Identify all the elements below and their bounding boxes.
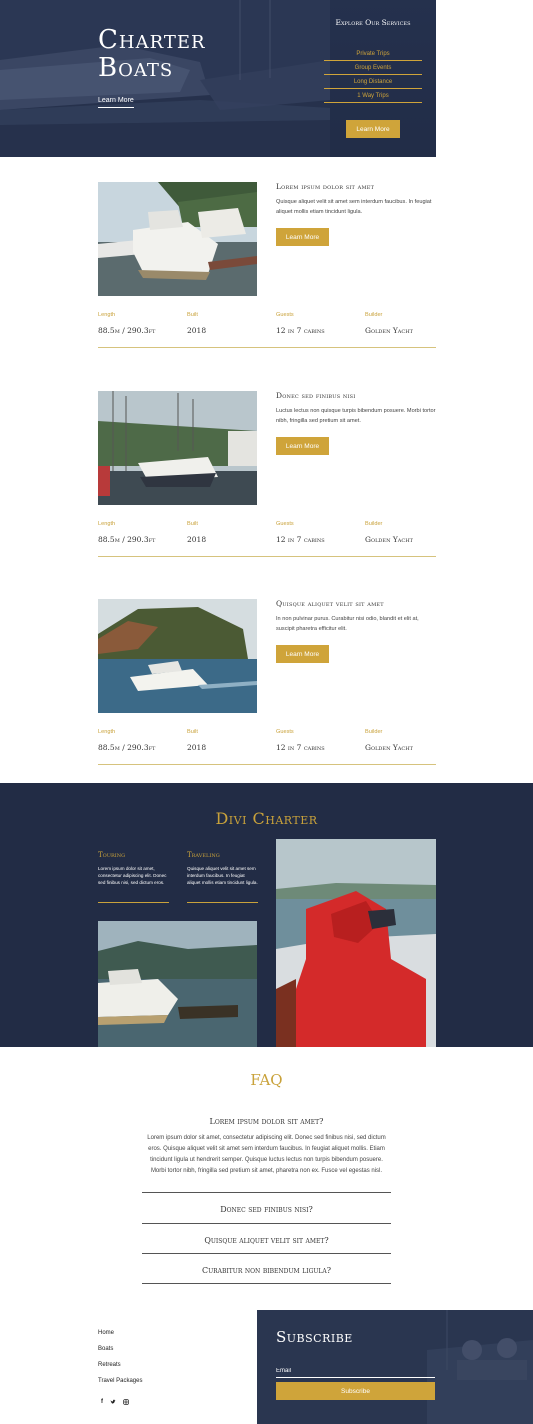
spec-label: Length <box>98 729 116 735</box>
title-line-2: Boats <box>98 53 174 83</box>
charter-boat-photo <box>98 921 257 1047</box>
touring-heading: Touring <box>98 851 126 859</box>
charter-title: Divi Charter <box>215 809 318 828</box>
charter-person-photo <box>276 839 436 1047</box>
spec-label: Built <box>187 312 198 318</box>
spec-value: 88.5m / 290.3ft <box>98 743 156 752</box>
traveling-column: Traveling Quisque aliquet velit sit amet… <box>187 851 258 903</box>
spec-guests: Guests 12 in 7 cabins <box>276 312 325 335</box>
faq-divider <box>142 1192 391 1193</box>
service-link-group-events[interactable]: Group Events <box>324 61 422 75</box>
spec-label: Length <box>98 521 116 527</box>
twitter-icon[interactable] <box>110 1399 116 1407</box>
boat-description: Quisque aliquet velit sit amet sem inter… <box>276 199 432 215</box>
spec-built: Built 2018 <box>187 312 206 335</box>
spec-label: Builder <box>365 729 383 735</box>
spec-value: Golden Yacht <box>365 326 413 335</box>
spec-builder: Builder Golden Yacht <box>365 729 413 752</box>
service-link-private-trips[interactable]: Private Trips <box>324 47 422 61</box>
hero-learn-more-link[interactable]: Learn More <box>98 97 134 108</box>
spec-builder: Builder Golden Yacht <box>365 312 413 335</box>
service-link-1-way-trips[interactable]: 1 Way Trips <box>324 89 422 103</box>
social-links: f <box>98 1399 142 1407</box>
footer-link-home[interactable]: Home <box>98 1329 142 1345</box>
boat-learn-more-button[interactable]: Learn More <box>276 228 329 246</box>
spec-length: Length 88.5m / 290.3ft <box>98 312 155 335</box>
touring-column: Touring Lorem ipsum dolor sit amet, cons… <box>98 851 169 903</box>
boat-title: Donec sed finibus nisi <box>276 391 356 400</box>
spec-value: 88.5m / 290.3ft <box>98 535 156 544</box>
footer-link-travel-packages[interactable]: Travel Packages <box>98 1377 142 1393</box>
spec-value: 2018 <box>187 535 207 544</box>
spec-value: 12 in 7 cabins <box>276 535 325 544</box>
spec-value: 2018 <box>187 326 207 335</box>
boat-specs: Length 88.5m / 290.3ft Built 2018 Guests… <box>98 729 436 765</box>
faq-question-4[interactable]: Curabitur non bibendum ligula? <box>142 1266 391 1275</box>
services-list: Private Trips Group Events Long Distance… <box>324 47 422 103</box>
spec-label: Built <box>187 521 198 527</box>
spec-label: Builder <box>365 312 383 318</box>
spec-built: Built 2018 <box>187 521 206 544</box>
traveling-text: Quisque aliquet velit sit amet sem inter… <box>187 866 258 886</box>
hero-section: Charter Boats Learn More Explore Our Ser… <box>0 0 436 157</box>
faq-question-3[interactable]: Quisque aliquet velit sit amet? <box>142 1236 391 1245</box>
faq-divider <box>142 1223 391 1224</box>
spec-value: Golden Yacht <box>365 535 413 544</box>
traveling-heading: Traveling <box>187 851 220 859</box>
boat-learn-more-button[interactable]: Learn More <box>276 645 329 663</box>
boat-specs: Length 88.5m / 290.3ft Built 2018 Guests… <box>98 312 436 348</box>
boat-description: Luctus lectus non quisque turpis bibendu… <box>276 408 436 424</box>
instagram-icon[interactable] <box>123 1399 129 1407</box>
spec-label: Guests <box>276 729 294 735</box>
faq-divider <box>142 1283 391 1284</box>
boat-photo-1 <box>98 182 257 296</box>
boat-title: Lorem ipsum dolor sit amet <box>276 182 375 191</box>
page-title: Charter Boats <box>98 26 206 82</box>
footer-nav: Home Boats Retreats Travel Packages f <box>98 1329 142 1407</box>
subscribe-button[interactable]: Subscribe <box>276 1382 435 1400</box>
boat-specs: Length 88.5m / 290.3ft Built 2018 Guests… <box>98 521 436 557</box>
spec-label: Guests <box>276 521 294 527</box>
service-link-long-distance[interactable]: Long Distance <box>324 75 422 89</box>
spec-label: Builder <box>365 521 383 527</box>
subscribe-section: Subscribe Subscribe <box>257 1310 533 1424</box>
spec-builder: Builder Golden Yacht <box>365 521 413 544</box>
charter-section: Divi Charter Touring Lorem ipsum dolor s… <box>0 783 533 1047</box>
touring-text: Lorem ipsum dolor sit amet, consectetur … <box>98 866 167 886</box>
spec-length: Length 88.5m / 290.3ft <box>98 729 155 752</box>
spec-label: Built <box>187 729 198 735</box>
faq-divider <box>142 1253 391 1254</box>
spec-value: 12 in 7 cabins <box>276 326 325 335</box>
boat-photo-2 <box>98 391 257 505</box>
boat-photo-3 <box>98 599 257 713</box>
spec-guests: Guests 12 in 7 cabins <box>276 729 325 752</box>
services-heading: Explore Our Services <box>335 18 411 27</box>
boat-title: Quisque aliquet velit sit amet <box>276 599 384 608</box>
spec-value: 12 in 7 cabins <box>276 743 325 752</box>
title-line-1: Charter <box>98 25 206 55</box>
spec-built: Built 2018 <box>187 729 206 752</box>
spec-length: Length 88.5m / 290.3ft <box>98 521 155 544</box>
spec-value: 2018 <box>187 743 207 752</box>
faq-question-2[interactable]: Donec sed finibus nisi? <box>142 1205 391 1214</box>
faq-section: FAQ Lorem ipsum dolor sit amet? Lorem ip… <box>0 1047 533 1310</box>
spec-value: 88.5m / 290.3ft <box>98 326 156 335</box>
email-input[interactable] <box>276 1364 435 1378</box>
spec-label: Guests <box>276 312 294 318</box>
boat-learn-more-button[interactable]: Learn More <box>276 437 329 455</box>
facebook-icon[interactable]: f <box>101 1399 103 1407</box>
spec-value: Golden Yacht <box>365 743 413 752</box>
footer-link-retreats[interactable]: Retreats <box>98 1361 142 1377</box>
hero-learn-more-button[interactable]: Learn More <box>346 120 400 138</box>
footer-link-boats[interactable]: Boats <box>98 1345 142 1361</box>
faq-title: FAQ <box>250 1071 283 1089</box>
spec-label: Length <box>98 312 116 318</box>
boat-description: In non pulvinar purus. Curabitur nisi od… <box>276 616 419 632</box>
faq-answer: Lorem ipsum dolor sit amet, consectetur … <box>147 1135 386 1174</box>
subscribe-title: Subscribe <box>276 1328 353 1346</box>
spec-guests: Guests 12 in 7 cabins <box>276 521 325 544</box>
faq-question-open[interactable]: Lorem ipsum dolor sit amet? <box>142 1117 391 1126</box>
